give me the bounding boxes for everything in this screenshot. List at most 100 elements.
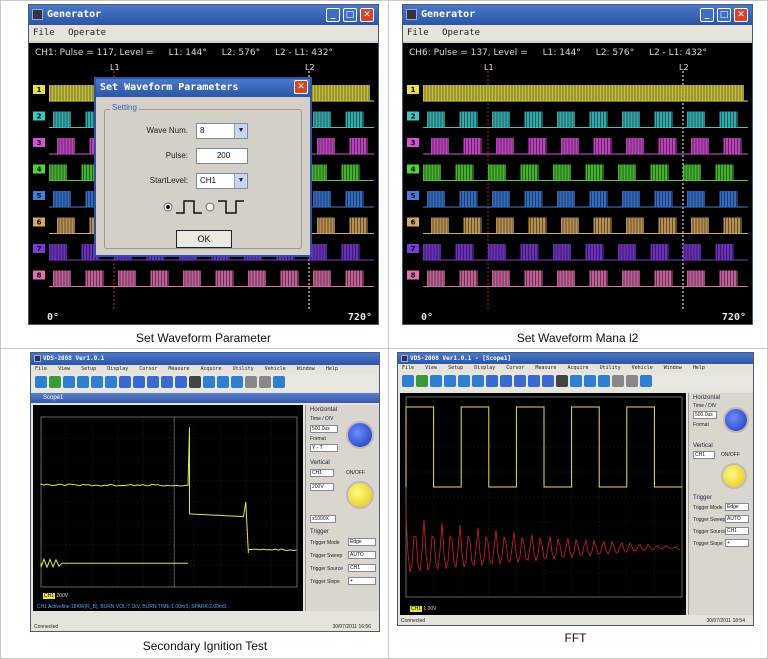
chevron-down-icon[interactable]: ▼ [234, 124, 247, 138]
trigger-source-select[interactable]: CH1 [725, 527, 749, 535]
toolbar-tool-icon[interactable] [35, 376, 47, 388]
menu-display[interactable]: Display [107, 366, 128, 372]
trigger-mode-select[interactable]: Edge [725, 503, 749, 511]
ok-button[interactable]: OK [176, 230, 232, 248]
menu-measure[interactable]: Measure [168, 366, 189, 372]
oscilloscope-screen[interactable]: CH1 200V CH1 Activeline 18KW(R_B), BURN … [33, 405, 303, 611]
start-level-select[interactable]: CH1 ▼ [196, 173, 248, 189]
radio-falling[interactable] [206, 203, 214, 211]
toolbar-tool-icon[interactable] [245, 376, 257, 388]
toolbar-tool-icon[interactable] [542, 375, 554, 387]
menu-window[interactable]: Window [297, 366, 315, 372]
trigger-slope-select[interactable]: + [725, 539, 749, 547]
toolbar-tool-icon[interactable] [598, 375, 610, 387]
toolbar-tool-icon[interactable] [612, 375, 624, 387]
toolbar-tool-icon[interactable] [626, 375, 638, 387]
toolbar-tool-icon[interactable] [416, 375, 428, 387]
format-select[interactable]: Y - T [310, 444, 338, 452]
toolbar-tool-icon[interactable] [486, 375, 498, 387]
toolbar-tool-icon[interactable] [49, 376, 61, 388]
menu-file[interactable]: File [407, 28, 429, 38]
toolbar-tool-icon[interactable] [458, 375, 470, 387]
toolbar-tool-icon[interactable] [528, 375, 540, 387]
toolbar-tool-icon[interactable] [640, 375, 652, 387]
toolbar-tool-icon[interactable] [472, 375, 484, 387]
menu-help[interactable]: Help [693, 365, 705, 371]
trigger-sweep-select[interactable]: AUTO [348, 551, 376, 559]
trigger-mode-select[interactable]: Edge [348, 538, 376, 546]
menu-help[interactable]: Help [326, 366, 338, 372]
minimize-button[interactable]: _ [700, 8, 714, 22]
menu-acquire[interactable]: Acquire [200, 366, 221, 372]
toolbar-tool-icon[interactable] [203, 376, 215, 388]
toolbar-tool-icon[interactable] [77, 376, 89, 388]
toolbar-tool-icon[interactable] [189, 376, 201, 388]
menu-view[interactable]: View [425, 365, 437, 371]
toolbar-tool-icon[interactable] [105, 376, 117, 388]
menu-vehicle[interactable]: Vehicle [265, 366, 286, 372]
minimize-button[interactable]: _ [326, 8, 340, 22]
menu-utility[interactable]: Utility [233, 366, 254, 372]
toolbar-tool-icon[interactable] [514, 375, 526, 387]
menu-window[interactable]: Window [664, 365, 682, 371]
toolbar-tool-icon[interactable] [570, 375, 582, 387]
toolbar-tool-icon[interactable] [175, 376, 187, 388]
toolbar-tool-icon[interactable] [500, 375, 512, 387]
trigger-slope-select[interactable]: + [348, 577, 376, 585]
maximize-button[interactable]: □ [717, 8, 731, 22]
channel-select[interactable]: CH1 [310, 469, 334, 477]
menu-utility[interactable]: Utility [600, 365, 621, 371]
oscilloscope-screen[interactable]: CH1 1.00V [400, 393, 686, 615]
menu-operate[interactable]: Operate [68, 28, 106, 38]
volt-select[interactable]: 200V [310, 483, 334, 491]
menu-vehicle[interactable]: Vehicle [632, 365, 653, 371]
toolbar-tool-icon[interactable] [259, 376, 271, 388]
toolbar-tool-icon[interactable] [119, 376, 131, 388]
toolbar-tool-icon[interactable] [133, 376, 145, 388]
menu-setup[interactable]: Setup [81, 366, 96, 372]
toolbar-tool-icon[interactable] [147, 376, 159, 388]
volt-knob[interactable] [346, 481, 374, 509]
pulse-input[interactable]: 200 [196, 148, 248, 164]
time-div-select[interactable]: 500.0us [310, 425, 338, 433]
toolbar-tool-icon[interactable] [91, 376, 103, 388]
menu-display[interactable]: Display [474, 365, 495, 371]
menu-setup[interactable]: Setup [448, 365, 463, 371]
menu-file[interactable]: File [35, 366, 47, 372]
time-div-select[interactable]: 500.0us [693, 411, 717, 419]
menu-file[interactable]: File [402, 365, 414, 371]
menu-cursor[interactable]: Cursor [506, 365, 524, 371]
close-button[interactable]: ✕ [734, 8, 748, 22]
menu-measure[interactable]: Measure [535, 365, 556, 371]
chevron-down-icon[interactable]: ▼ [234, 174, 247, 188]
toolbar-tool-icon[interactable] [402, 375, 414, 387]
onoff-checkbox[interactable]: ON/OFF [721, 452, 740, 458]
channel-select[interactable]: CH1 [693, 451, 715, 459]
time-knob[interactable] [346, 421, 374, 449]
toolbar-tool-icon[interactable] [584, 375, 596, 387]
volt-knob[interactable] [721, 463, 747, 489]
toolbar-tool-icon[interactable] [63, 376, 75, 388]
menu-operate[interactable]: Operate [442, 28, 480, 38]
onoff-checkbox[interactable]: ON/OFF [346, 470, 365, 476]
close-button[interactable]: ✕ [360, 8, 374, 22]
menu-file[interactable]: File [33, 28, 55, 38]
toolbar-tool-icon[interactable] [430, 375, 442, 387]
toolbar-tool-icon[interactable] [231, 376, 243, 388]
menu-cursor[interactable]: Cursor [139, 366, 157, 372]
probe-select[interactable]: x1000X [310, 515, 336, 523]
toolbar-tool-icon[interactable] [217, 376, 229, 388]
maximize-button[interactable]: □ [343, 8, 357, 22]
menu-view[interactable]: View [58, 366, 70, 372]
toolbar-tool-icon[interactable] [273, 376, 285, 388]
toolbar-tool-icon[interactable] [444, 375, 456, 387]
dialog-close-button[interactable]: ✕ [294, 80, 308, 94]
trigger-sweep-select[interactable]: AUTO [725, 515, 749, 523]
toolbar-tool-icon[interactable] [161, 376, 173, 388]
wave-num-select[interactable]: 8 ▼ [196, 123, 248, 139]
trigger-source-select[interactable]: CH1 [348, 564, 376, 572]
menu-acquire[interactable]: Acquire [567, 365, 588, 371]
time-knob[interactable] [723, 407, 749, 433]
waveform-display[interactable]: L1 L2 1 2 3 4 5 6 7 8 0° 720° [403, 63, 752, 325]
toolbar-tool-icon[interactable] [556, 375, 568, 387]
